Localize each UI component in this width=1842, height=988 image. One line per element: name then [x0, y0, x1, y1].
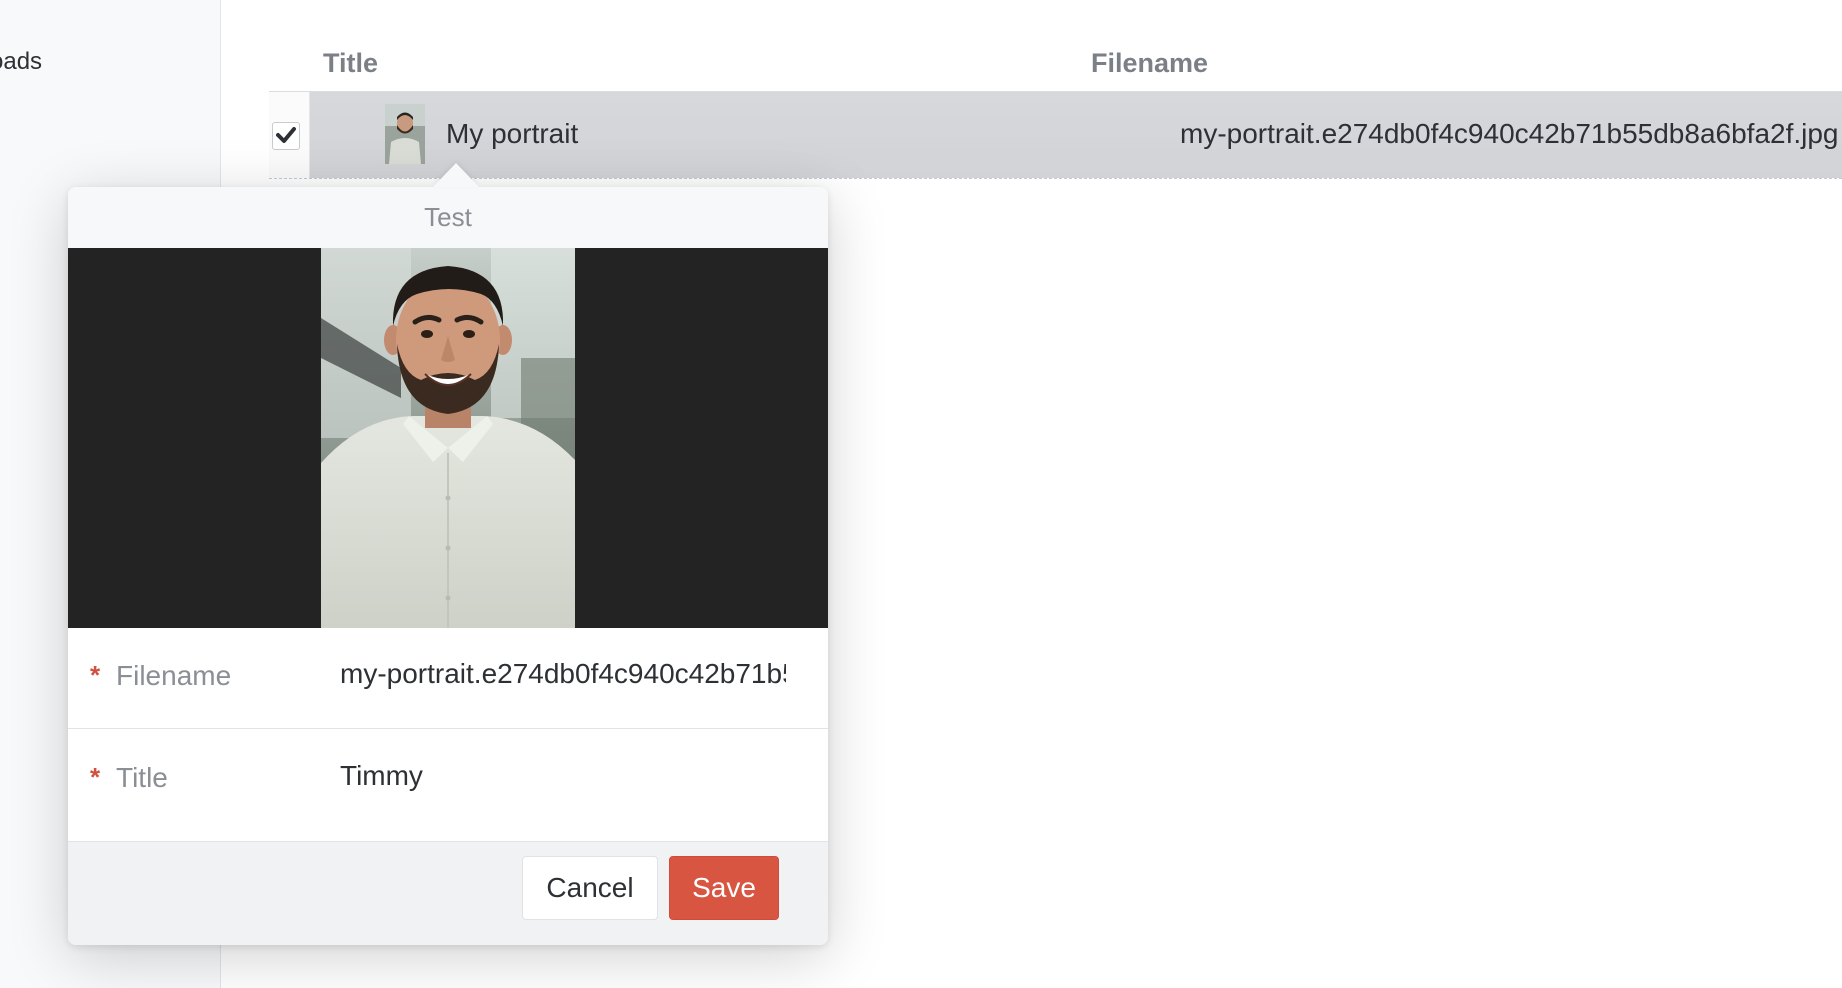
- popover-title: Test: [424, 202, 472, 232]
- popover-footer: Cancel Save: [68, 841, 828, 945]
- row-title: My portrait: [446, 118, 579, 149]
- column-header-title[interactable]: Title: [323, 48, 378, 79]
- checkmark-icon: [276, 127, 296, 143]
- popover-header: Test: [68, 187, 828, 248]
- row-selected-background: My portrait my-portrait.e274db0f4c940c42…: [310, 92, 1842, 178]
- row-checkbox[interactable]: [272, 122, 300, 150]
- title-input[interactable]: [340, 756, 786, 796]
- filename-input[interactable]: [340, 654, 786, 694]
- table-row[interactable]: My portrait my-portrait.e274db0f4c940c42…: [269, 92, 1842, 179]
- row-thumbnail[interactable]: [385, 104, 425, 164]
- popover-arrow: [433, 163, 479, 187]
- required-marker: *: [90, 660, 101, 690]
- save-button[interactable]: Save: [669, 856, 779, 920]
- portrait-image: [321, 248, 575, 628]
- filename-field-row: * Filename: [68, 628, 828, 729]
- row-filename: my-portrait.e274db0f4c940c42b71b55db8a6b…: [1180, 118, 1839, 149]
- filename-label: Filename: [116, 660, 232, 691]
- column-header-filename[interactable]: Filename: [1091, 48, 1208, 79]
- cancel-button[interactable]: Cancel: [522, 856, 658, 920]
- image-preview: [68, 248, 828, 628]
- row-select-cell: [269, 92, 310, 178]
- edit-popover: Test * Filename my-portrait.e274db0f4c94…: [68, 187, 828, 945]
- title-label: Title: [116, 762, 168, 793]
- sidebar-item-uploads[interactable]: oads: [0, 48, 42, 76]
- required-marker: *: [90, 762, 101, 792]
- title-field-row: * Title: [68, 729, 828, 841]
